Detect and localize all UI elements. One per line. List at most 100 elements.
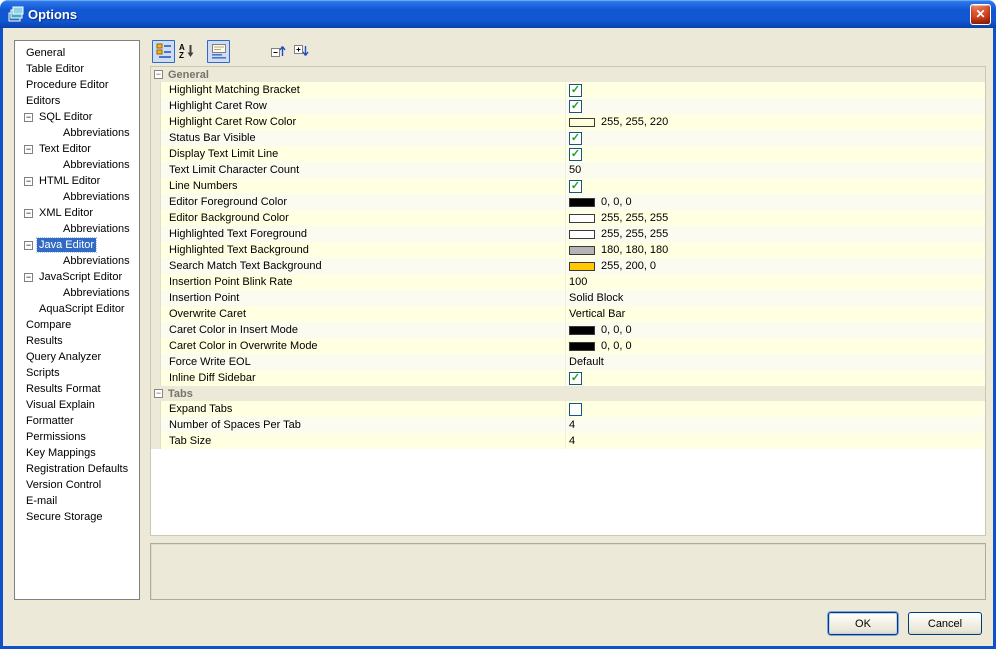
property-value[interactable]: ✓ (565, 178, 985, 194)
sidebar-item-procedure-editor[interactable]: Procedure Editor (15, 77, 139, 93)
checkbox-checked[interactable]: ✓ (569, 371, 582, 385)
sidebar-item-java-editor[interactable]: − Java Editor (15, 237, 139, 253)
sidebar-item-editors[interactable]: Editors (15, 93, 139, 109)
color-swatch[interactable] (569, 197, 595, 207)
sidebar-item-abbreviations[interactable]: Abbreviations (15, 125, 139, 141)
property-label: Highlight Caret Row Color (169, 116, 297, 128)
property-value[interactable] (565, 401, 985, 417)
property-value[interactable]: 4 (565, 433, 985, 449)
property-value[interactable]: ✓ (565, 146, 985, 162)
sidebar-item-aquascript-editor[interactable]: AquaScript Editor (15, 301, 139, 317)
sidebar-item-registration-defaults[interactable]: Registration Defaults (15, 461, 139, 477)
property-value[interactable]: ✓ (565, 130, 985, 146)
sidebar-item-version-control[interactable]: Version Control (15, 477, 139, 493)
sidebar-item-xml-editor[interactable]: − XML Editor (15, 205, 139, 221)
sidebar-item-table-editor[interactable]: Table Editor (15, 61, 139, 77)
sidebar-item-abbreviations[interactable]: Abbreviations (15, 221, 139, 237)
color-swatch[interactable] (569, 117, 595, 127)
expand-all-button[interactable] (289, 40, 312, 63)
row-gutter (151, 82, 161, 98)
sidebar-item-label: Abbreviations (63, 223, 130, 235)
sidebar-item-e-mail[interactable]: E-mail (15, 493, 139, 509)
property-value[interactable]: 255, 255, 220 (565, 114, 985, 130)
sidebar-item-scripts[interactable]: Scripts (15, 365, 139, 381)
collapse-icon[interactable]: − (24, 144, 33, 154)
property-value[interactable]: ✓ (565, 82, 985, 98)
property-value[interactable]: 180, 180, 180 (565, 242, 985, 258)
collapse-icon[interactable]: − (24, 112, 33, 122)
ok-button[interactable]: OK (828, 612, 898, 635)
property-value[interactable]: Solid Block (565, 290, 985, 306)
property-value[interactable]: Vertical Bar (565, 306, 985, 322)
sidebar-item-javascript-editor[interactable]: − JavaScript Editor (15, 269, 139, 285)
title-bar[interactable]: Options ✕ (0, 0, 996, 28)
color-swatch[interactable] (569, 341, 595, 351)
color-swatch[interactable] (569, 245, 595, 255)
property-value[interactable]: ✓ (565, 370, 985, 386)
color-swatch[interactable] (569, 325, 595, 335)
property-label: Insertion Point Blink Rate (169, 276, 293, 288)
collapse-all-button[interactable] (266, 40, 289, 63)
prop-row-highlight-caret-row-color: Highlight Caret Row Color 255, 255, 220 (151, 114, 985, 130)
checkbox-unchecked[interactable] (569, 402, 582, 416)
checkbox-checked[interactable]: ✓ (569, 179, 582, 193)
row-gutter (151, 354, 161, 370)
collapse-section-icon[interactable]: − (154, 70, 163, 79)
sidebar-item-permissions[interactable]: Permissions (15, 429, 139, 445)
collapse-icon[interactable]: − (24, 176, 33, 186)
prop-row-inline-diff-sidebar: Inline Diff Sidebar ✓ (151, 370, 985, 386)
sidebar-item-compare[interactable]: Compare (15, 317, 139, 333)
sidebar-item-html-editor[interactable]: − HTML Editor (15, 173, 139, 189)
row-gutter (151, 290, 161, 306)
prop-row-editor-foreground-color: Editor Foreground Color 0, 0, 0 (151, 194, 985, 210)
collapse-icon[interactable]: − (24, 208, 33, 218)
property-value[interactable]: 0, 0, 0 (565, 322, 985, 338)
sidebar-item-results[interactable]: Results (15, 333, 139, 349)
property-value[interactable]: 0, 0, 0 (565, 338, 985, 354)
property-value[interactable]: 255, 255, 255 (565, 226, 985, 242)
close-button[interactable]: ✕ (970, 3, 991, 25)
property-value[interactable]: 255, 200, 0 (565, 258, 985, 274)
section-header-general[interactable]: − General (151, 67, 985, 82)
value-text: Default (569, 356, 604, 368)
sidebar-item-results-format[interactable]: Results Format (15, 381, 139, 397)
checkbox-checked[interactable]: ✓ (569, 147, 582, 161)
categorized-view-button[interactable] (152, 39, 175, 63)
property-value[interactable]: 255, 255, 255 (565, 210, 985, 226)
sidebar-item-visual-explain[interactable]: Visual Explain (15, 397, 139, 413)
property-value[interactable]: ✓ (565, 98, 985, 114)
sidebar-item-text-editor[interactable]: − Text Editor (15, 141, 139, 157)
sidebar-item-abbreviations[interactable]: Abbreviations (15, 157, 139, 173)
sidebar-item-formatter[interactable]: Formatter (15, 413, 139, 429)
sidebar-item-abbreviations[interactable]: Abbreviations (15, 285, 139, 301)
collapse-section-icon[interactable]: − (154, 389, 163, 398)
sidebar-item-key-mappings[interactable]: Key Mappings (15, 445, 139, 461)
property-value[interactable]: 100 (565, 274, 985, 290)
checkbox-checked[interactable]: ✓ (569, 83, 582, 97)
property-value[interactable]: 50 (565, 162, 985, 178)
section-header-tabs[interactable]: − Tabs (151, 386, 985, 401)
property-value[interactable]: 4 (565, 417, 985, 433)
cancel-button[interactable]: Cancel (908, 612, 982, 635)
sidebar-item-sql-editor[interactable]: − SQL Editor (15, 109, 139, 125)
checkbox-checked[interactable]: ✓ (569, 131, 582, 145)
sidebar-item-label: Compare (26, 319, 72, 331)
prop-row-display-text-limit-line: Display Text Limit Line ✓ (151, 146, 985, 162)
sidebar-item-general[interactable]: General (15, 45, 139, 61)
color-swatch[interactable] (569, 229, 595, 239)
sidebar-item-abbreviations[interactable]: Abbreviations (15, 189, 139, 205)
sidebar-item-query-analyzer[interactable]: Query Analyzer (15, 349, 139, 365)
sort-alphabetical-button[interactable]: A Z (175, 40, 198, 63)
collapse-icon[interactable]: − (24, 240, 33, 250)
sidebar-item-label: XML Editor (39, 207, 94, 219)
show-description-button[interactable] (207, 39, 230, 63)
checkbox-checked[interactable]: ✓ (569, 99, 582, 113)
property-value[interactable]: Default (565, 354, 985, 370)
row-gutter (151, 130, 161, 146)
property-value[interactable]: 0, 0, 0 (565, 194, 985, 210)
collapse-icon[interactable]: − (24, 272, 33, 282)
color-swatch[interactable] (569, 213, 595, 223)
sidebar-item-secure-storage[interactable]: Secure Storage (15, 509, 139, 525)
color-swatch[interactable] (569, 261, 595, 271)
sidebar-item-abbreviations[interactable]: Abbreviations (15, 253, 139, 269)
